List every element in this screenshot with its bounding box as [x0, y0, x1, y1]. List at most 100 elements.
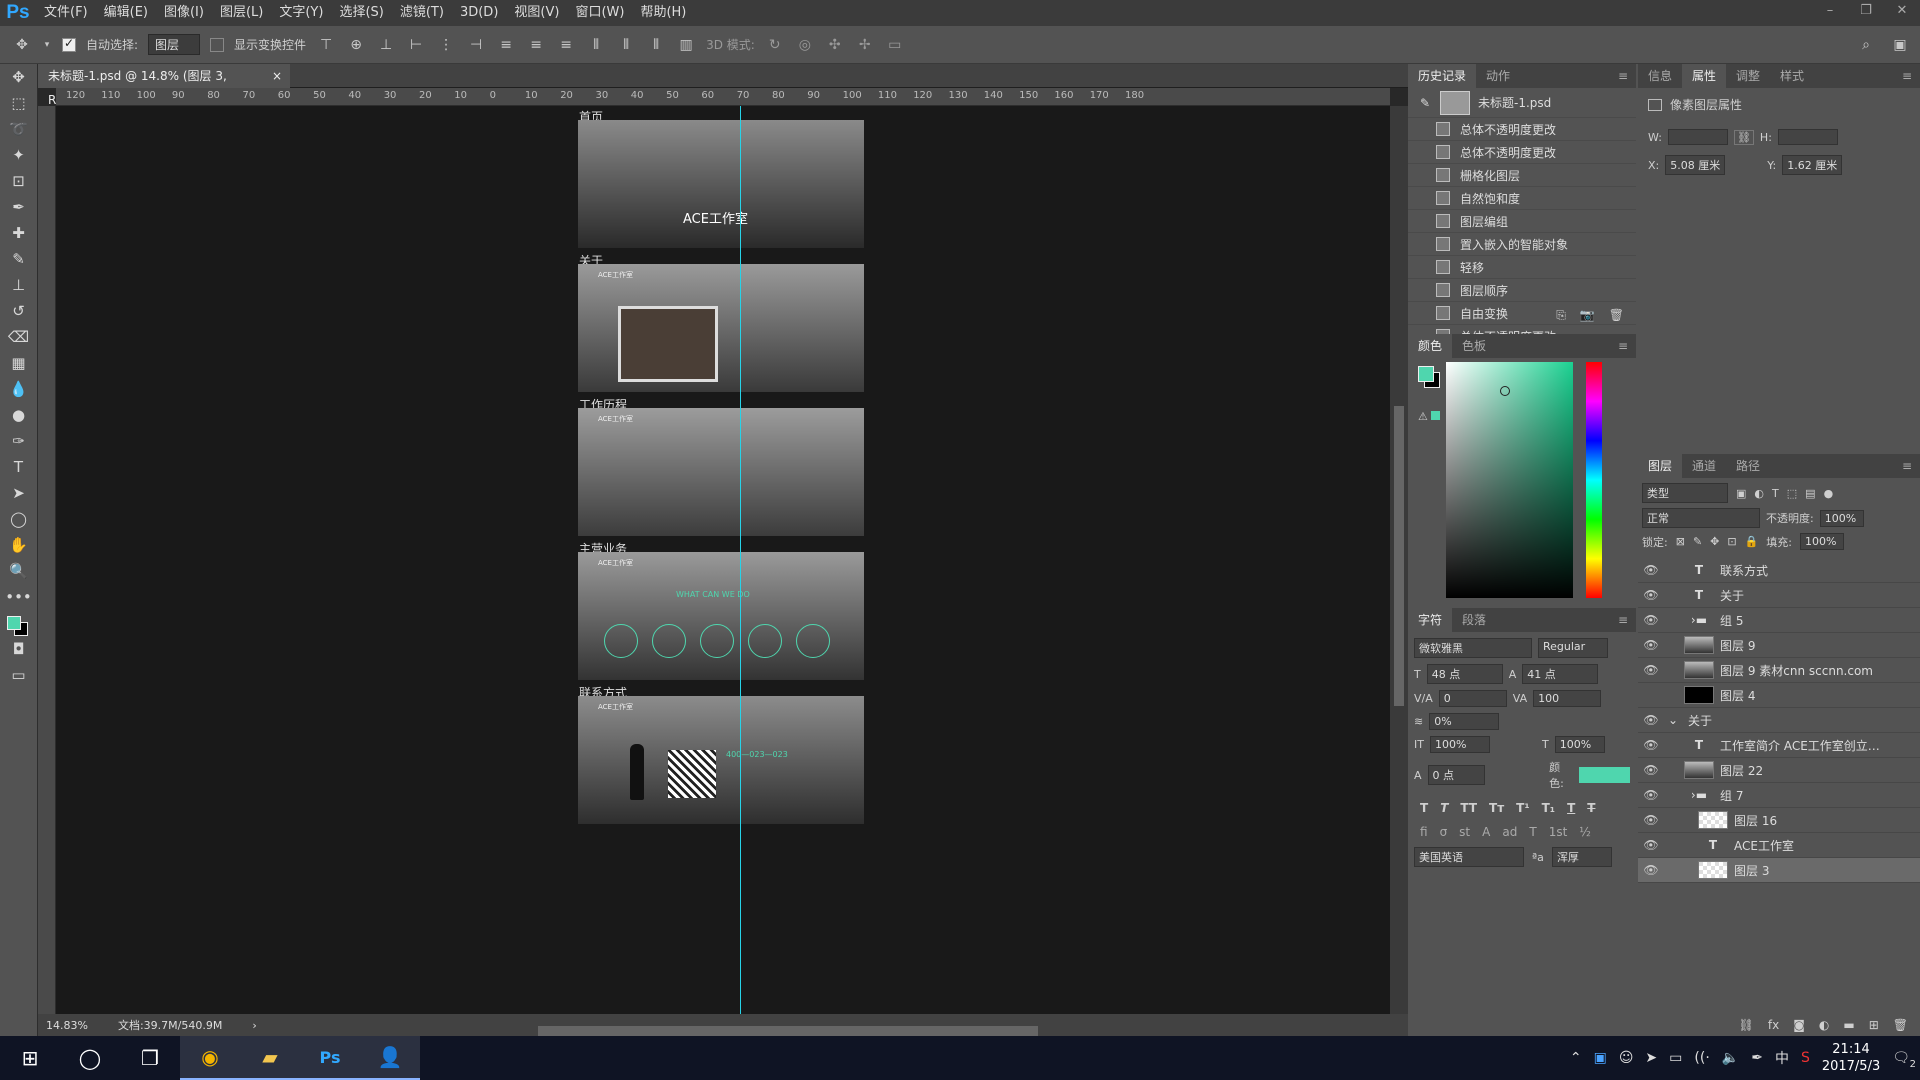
quick-mask-icon[interactable]: ◘	[0, 636, 37, 662]
stylistic-icon[interactable]: A	[1482, 825, 1490, 839]
stamp-tool-icon[interactable]: ⊥	[0, 272, 37, 298]
blend-mode-select[interactable]: 正常	[1642, 508, 1760, 528]
artboard-2[interactable]: ACE工作室	[578, 264, 864, 392]
delete-layer-icon[interactable]: 🗑	[1893, 1018, 1908, 1032]
artboard-5[interactable]: 400—023—023 ACE工作室	[578, 696, 864, 824]
3d-pan-icon[interactable]: ✣	[825, 37, 845, 53]
panel-tab[interactable]: 历史记录	[1408, 64, 1477, 88]
panel-tab[interactable]: 路径	[1726, 454, 1770, 478]
panel-tab[interactable]: 段落	[1452, 608, 1496, 632]
faux-italic-icon[interactable]: T	[1440, 801, 1448, 815]
align-bottom-icon[interactable]: ⊥	[376, 37, 396, 53]
screen-mode-icon[interactable]: ▭	[0, 662, 37, 688]
layer-row[interactable]: 👁 图层 22	[1638, 758, 1920, 783]
photoshop-taskbar-icon[interactable]: Ps	[300, 1036, 360, 1080]
h-input[interactable]	[1777, 129, 1838, 145]
y-input[interactable]: 1.62 厘米	[1782, 155, 1843, 175]
panel-tab[interactable]: 颜色	[1408, 334, 1453, 358]
blur-tool-icon[interactable]: 💧	[0, 376, 37, 402]
visibility-icon[interactable]: 👁	[1638, 713, 1664, 727]
panel-menu-icon[interactable]: ≡	[1618, 69, 1636, 83]
menu-item-9[interactable]: 窗口(W)	[567, 0, 632, 26]
layer-row[interactable]: 👁 T 联系方式	[1638, 558, 1920, 583]
lock-all-icon[interactable]: 🔒	[1745, 535, 1759, 548]
magic-wand-icon[interactable]: ✦	[0, 142, 37, 168]
panel-tab[interactable]: 动作	[1476, 64, 1520, 88]
tsume-input[interactable]: 0%	[1429, 713, 1500, 730]
move-tool-icon[interactable]: ✥	[12, 37, 32, 53]
layer-row[interactable]: 👁 ›▬ 组 7	[1638, 783, 1920, 808]
hand-tool-icon[interactable]: ✋	[0, 532, 37, 558]
visibility-icon[interactable]: 👁	[1638, 863, 1664, 877]
menu-item-5[interactable]: 选择(S)	[331, 0, 391, 26]
history-item[interactable]: 置入嵌入的智能对象	[1408, 233, 1636, 256]
marquee-tool-icon[interactable]: ⬚	[0, 90, 37, 116]
brush-source-icon[interactable]: ✎	[1420, 96, 1436, 110]
volume-icon[interactable]: 🔈	[1722, 1050, 1739, 1066]
history-item[interactable]: 栅格化图层	[1408, 164, 1636, 187]
filter-adjust-icon[interactable]: ◐	[1754, 487, 1764, 500]
type-tool-icon[interactable]: T	[0, 454, 37, 480]
ordinals-icon[interactable]: T	[1529, 825, 1536, 839]
notification-icon[interactable]: 🗨 2	[1892, 1050, 1916, 1070]
panel-tab[interactable]: 图层	[1638, 454, 1683, 478]
auto-select-checkbox[interactable]	[62, 36, 76, 52]
3d-scale-icon[interactable]: ▭	[885, 37, 905, 53]
align-vcenter-icon[interactable]: ⊕	[346, 37, 366, 53]
small-caps-icon[interactable]: Tт	[1489, 801, 1504, 815]
move-tool-icon[interactable]: ✥	[0, 64, 37, 90]
panel-tab[interactable]: 属性	[1682, 64, 1727, 88]
opacity-input[interactable]: 100%	[1819, 509, 1864, 527]
menu-item-7[interactable]: 3D(D)	[452, 0, 506, 26]
visibility-icon[interactable]: 👁	[1638, 638, 1664, 652]
underline-icon[interactable]: T	[1567, 801, 1575, 815]
more-tools-icon[interactable]: •••	[0, 584, 37, 610]
battery-icon[interactable]: ▭	[1669, 1050, 1682, 1066]
w-input[interactable]	[1667, 129, 1728, 145]
menu-item-1[interactable]: 编辑(E)	[96, 0, 156, 26]
chevron-down-icon[interactable]: ▾	[42, 40, 52, 50]
layer-row[interactable]: 👁 T 关于	[1638, 583, 1920, 608]
vertical-scrollbar[interactable]	[1390, 106, 1408, 1014]
distribute-right-icon[interactable]: ⦀	[646, 37, 666, 53]
panel-menu-icon[interactable]: ≡	[1618, 339, 1636, 353]
user-app-icon[interactable]: 👤	[360, 1036, 420, 1080]
panel-tab[interactable]: 通道	[1682, 454, 1726, 478]
qq-icon[interactable]: ☺	[1619, 1050, 1634, 1066]
menu-item-0[interactable]: 文件(F)	[36, 0, 96, 26]
layer-row[interactable]: 👁 ⌄ 关于	[1638, 708, 1920, 733]
dodge-tool-icon[interactable]: ●	[0, 402, 37, 428]
tray-app-icon[interactable]: ▣	[1594, 1050, 1607, 1066]
leading-input[interactable]: 41 点	[1522, 664, 1599, 684]
filter-pixel-icon[interactable]: ▣	[1736, 487, 1746, 500]
status-arrow-icon[interactable]: ›	[252, 1019, 256, 1032]
visibility-icon[interactable]: 👁	[1638, 738, 1664, 752]
workspace-icon[interactable]: ▣	[1890, 37, 1910, 53]
history-item[interactable]: 总体不透明度更改	[1408, 118, 1636, 141]
minimize-icon[interactable]: –	[1812, 0, 1848, 22]
strikethrough-icon[interactable]: T	[1587, 801, 1595, 815]
layer-row[interactable]: 👁 T ACE工作室	[1638, 833, 1920, 858]
history-item[interactable]: 轻移	[1408, 256, 1636, 279]
filter-toggle-icon[interactable]: ●	[1824, 487, 1834, 500]
history-item[interactable]: 图层编组	[1408, 210, 1636, 233]
camera-icon[interactable]: 📷	[1580, 308, 1595, 322]
vscroll-thumb[interactable]	[1394, 406, 1404, 706]
clock[interactable]: 21:14 2017/5/3	[1822, 1041, 1880, 1075]
layer-filter-select[interactable]: 类型	[1642, 483, 1728, 503]
layer-row[interactable]: 👁 ›▬ 组 5	[1638, 608, 1920, 633]
auto-align-icon[interactable]: ▥	[676, 37, 696, 53]
menu-item-4[interactable]: 文字(Y)	[271, 0, 331, 26]
antialias-select[interactable]: 浑厚	[1551, 847, 1612, 867]
show-transform-checkbox[interactable]	[210, 37, 225, 52]
warning-icon[interactable]: ⚠	[1418, 410, 1440, 423]
ordinals-st-icon[interactable]: 1st	[1549, 825, 1568, 839]
filter-shape-icon[interactable]: ⬚	[1787, 487, 1797, 500]
close-icon[interactable]: ✕	[1884, 0, 1920, 22]
panel-tab[interactable]: 调整	[1726, 64, 1770, 88]
color-field[interactable]	[1446, 362, 1573, 598]
menu-item-3[interactable]: 图层(L)	[212, 0, 271, 26]
faux-bold-icon[interactable]: T	[1420, 801, 1428, 815]
fill-input[interactable]: 100%	[1800, 533, 1845, 550]
visibility-icon[interactable]: 👁	[1638, 838, 1664, 852]
